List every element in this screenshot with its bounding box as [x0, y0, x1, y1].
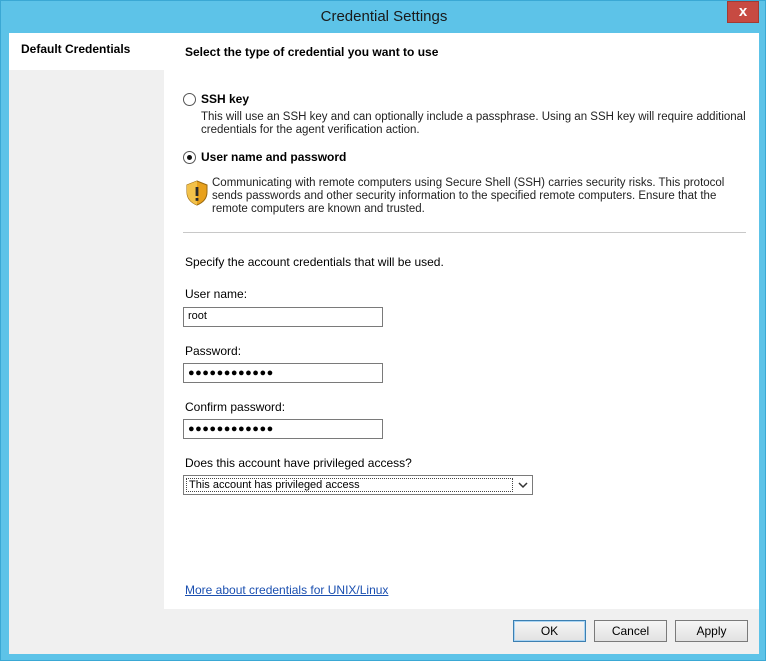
title-bar[interactable]: Credential Settings x [1, 1, 766, 33]
close-button[interactable]: x [727, 1, 759, 23]
radio-username-password[interactable]: User name and password [183, 150, 346, 164]
cancel-button[interactable]: Cancel [594, 620, 667, 642]
shield-warning-icon [186, 180, 208, 206]
ssh-key-description: This will use an SSH key and can optiona… [201, 111, 746, 136]
dialog-footer: OK Cancel Apply [9, 609, 759, 654]
confirm-password-input[interactable]: ●●●●●●●●●●●● [183, 419, 383, 439]
ok-button[interactable]: OK [513, 620, 586, 642]
credential-settings-window: Credential Settings x Default Credential… [0, 0, 766, 661]
password-input[interactable]: ●●●●●●●●●●●● [183, 363, 383, 383]
privileged-access-label: Does this account have privileged access… [185, 456, 412, 470]
password-label: Password: [185, 344, 242, 358]
username-label: User name: [185, 287, 248, 301]
radio-button-ssh-key[interactable] [183, 92, 196, 106]
confirm-password-label: Confirm password: [185, 400, 286, 414]
security-warning-text: Communicating with remote computers usin… [212, 177, 725, 215]
instructions-text: Specify the account credentials that wil… [185, 255, 444, 269]
window-title: Credential Settings [320, 8, 448, 25]
radio-label-username-password: User name and password [201, 150, 347, 164]
credentials-help-link[interactable]: More about credentials for UNIX/Linux [185, 583, 388, 597]
privileged-access-selected-value: This account has privileged access [186, 478, 513, 492]
dialog-client: Default Credentials Select the type of c… [9, 33, 759, 654]
username-input[interactable]: root [183, 307, 383, 327]
section-divider [183, 232, 746, 233]
radio-button-username-password[interactable] [183, 150, 196, 164]
chevron-down-icon[interactable] [518, 481, 528, 489]
radio-label-ssh-key: SSH key [201, 92, 250, 106]
privileged-access-select[interactable]: This account has privileged access [183, 475, 533, 495]
nav-pane: Default Credentials [9, 33, 164, 609]
radio-ssh-key[interactable]: SSH key [183, 92, 249, 106]
page-title: Select the type of credential you want t… [185, 45, 439, 59]
content-pane: Select the type of credential you want t… [164, 33, 759, 609]
nav-item-default-credentials[interactable]: Default Credentials [9, 33, 164, 70]
apply-button[interactable]: Apply [675, 620, 748, 642]
